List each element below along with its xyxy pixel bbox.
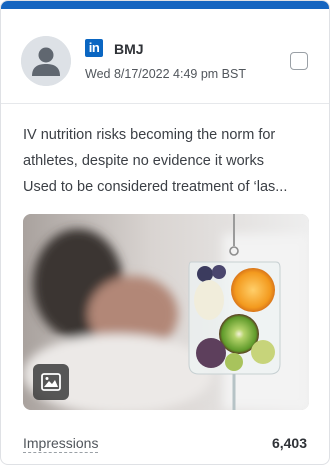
image-icon (33, 364, 69, 400)
post-text-line: athletes, despite no evidence it works (23, 153, 264, 169)
post-text-line: Used to be considered treatment of ‘las.… (23, 179, 288, 195)
accent-bar (1, 1, 329, 9)
impressions-label[interactable]: Impressions (23, 435, 99, 453)
post-timestamp: Wed 8/17/2022 4:49 pm BST (85, 67, 246, 81)
post-card[interactable]: in BMJ Wed 8/17/2022 4:49 pm BST IV nutr… (0, 0, 330, 465)
post-image[interactable] (23, 214, 309, 410)
select-post-checkbox[interactable] (290, 52, 308, 70)
post-header: in BMJ Wed 8/17/2022 4:49 pm BST (1, 9, 329, 104)
linkedin-icon: in (85, 39, 103, 57)
impressions-value: 6,403 (271, 435, 307, 451)
profile-name[interactable]: BMJ (114, 41, 144, 57)
avatar (21, 36, 71, 86)
post-text-line: IV nutrition risks becoming the norm for (23, 127, 276, 143)
post-text: IV nutrition risks becoming the norm for… (23, 122, 315, 200)
user-placeholder-icon (21, 36, 71, 86)
